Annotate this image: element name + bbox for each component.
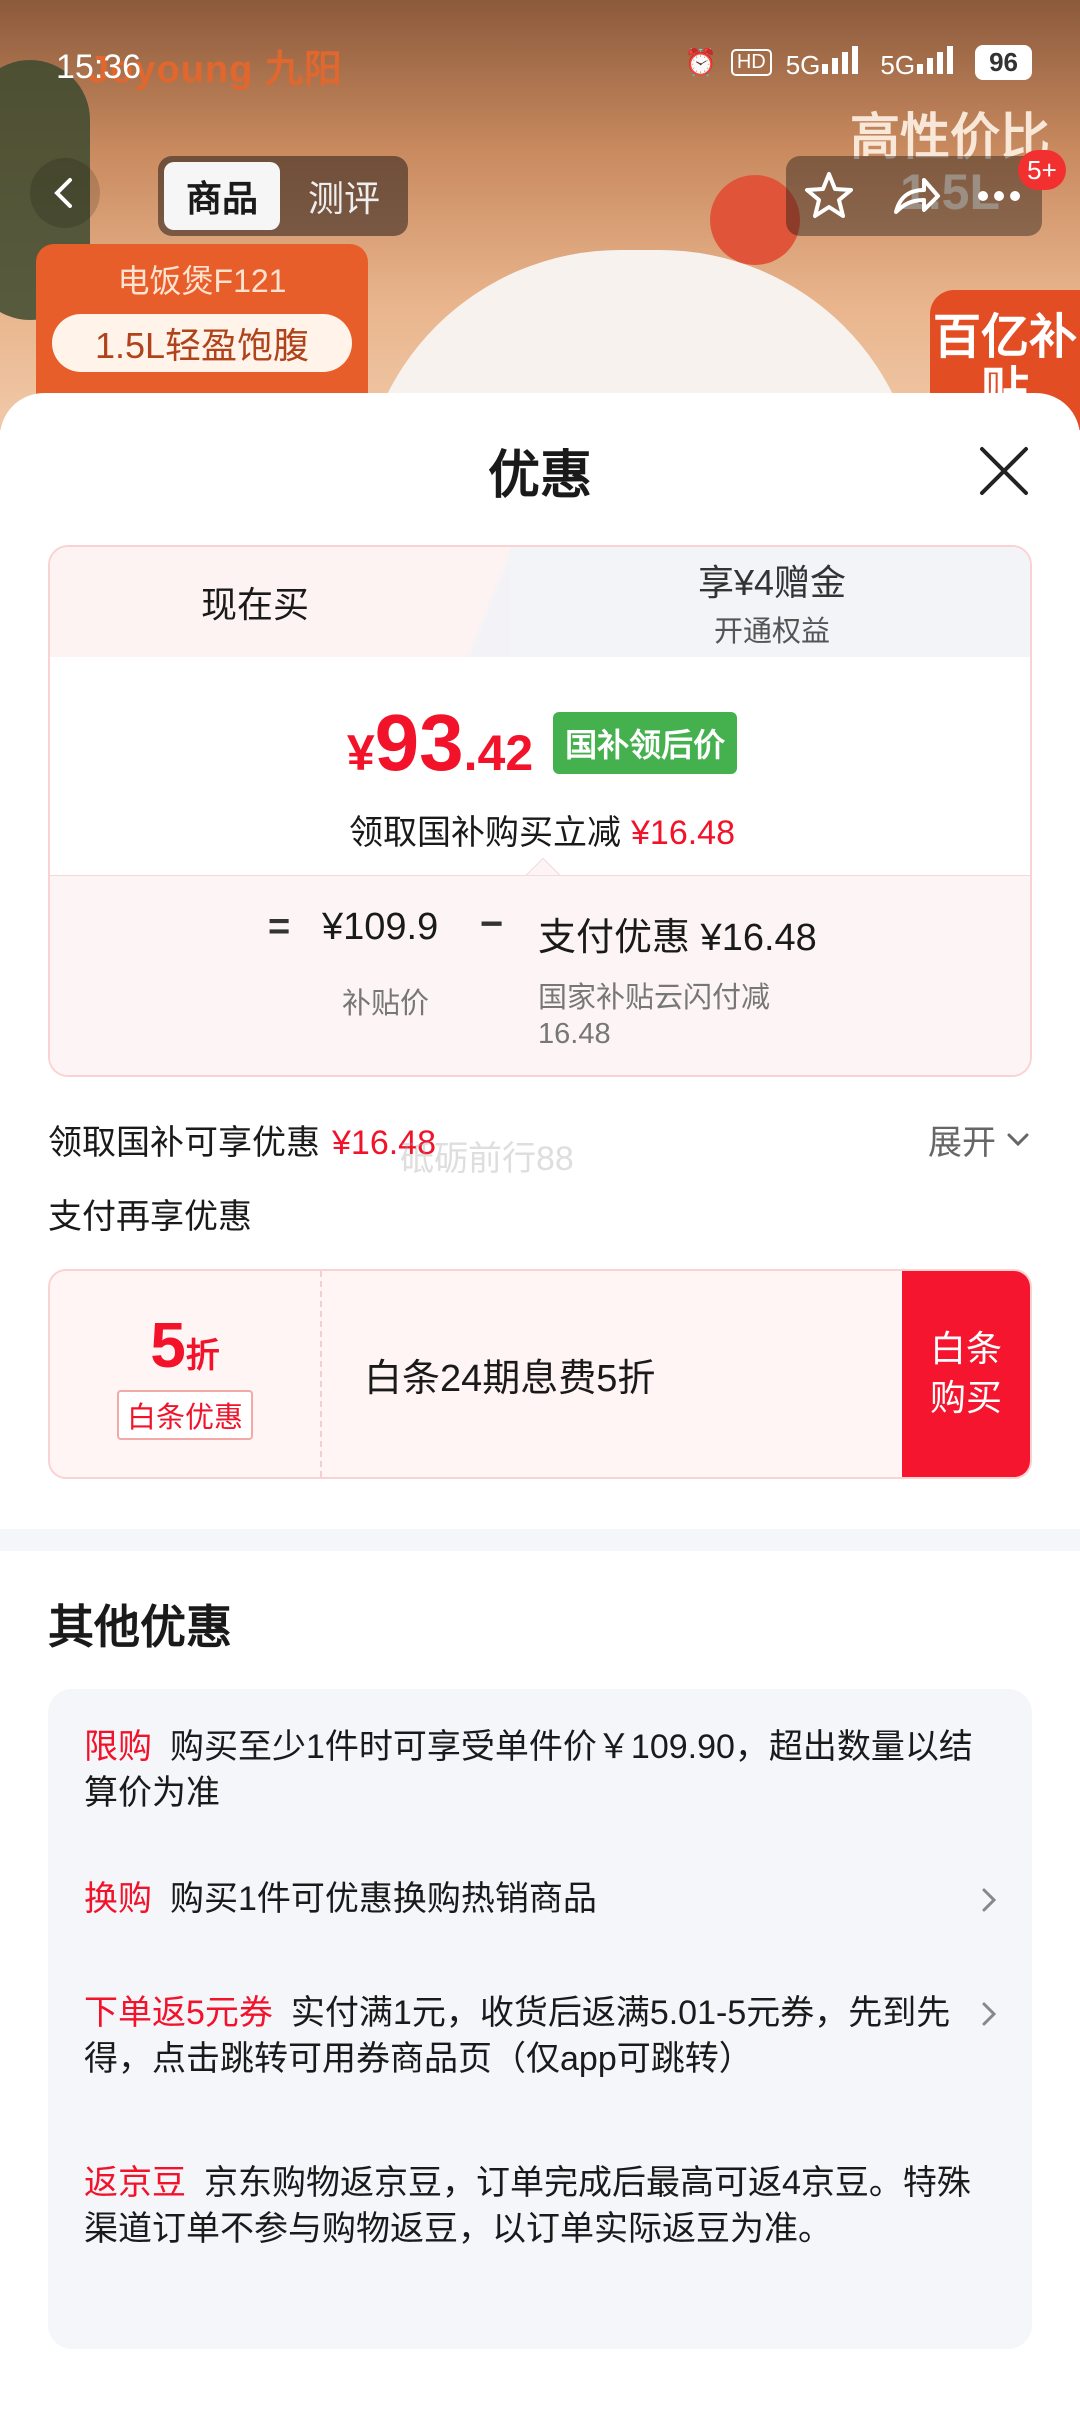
discount-sheet: 优惠 现在买 享¥4赠金 开通权益 ¥ 93 .42 国补领后价 领取国补购买立…	[0, 393, 1080, 2412]
battery-indicator: 96	[975, 45, 1032, 80]
list-item-coupon[interactable]: 下单返5元券 实付满1元，收货后返满5.01-5元券，先到先得，点击跳转可用券商品…	[84, 1991, 974, 2083]
signal-2-icon: 5G	[880, 44, 961, 81]
subsidy-price: ¥109.9	[322, 906, 439, 948]
status-icons: ⏰ HD 5G 5G 96	[684, 44, 1032, 81]
baitiao-card: 5折 白条优惠 白条24期息费5折 白条购买	[48, 1269, 1032, 1479]
price-tag: 国补领后价	[553, 712, 738, 774]
baitiao-discount: 5折	[150, 1309, 220, 1381]
minus-sign: −	[480, 902, 504, 946]
price-card: 现在买 享¥4赠金 开通权益 ¥ 93 .42 国补领后价 领取国补购买立减 ¥1…	[48, 545, 1032, 1077]
tab-review[interactable]: 测评	[286, 162, 402, 230]
signal-1-icon: 5G	[786, 44, 867, 81]
final-price: ¥ 93 .42	[346, 698, 534, 787]
back-button[interactable]	[30, 158, 100, 228]
hd-icon: HD	[730, 49, 772, 76]
equals-sign: =	[268, 906, 291, 948]
pay-discount: 支付优惠 ¥16.48	[538, 917, 817, 959]
price-breakdown: = ¥109.9 补贴价 − 支付优惠 ¥16.48 国家补贴云闪付减16.48	[50, 875, 1030, 1075]
chevron-right-icon[interactable]	[974, 1885, 1004, 1915]
chevron-right-icon[interactable]	[974, 1999, 1004, 2029]
tab-product[interactable]: 商品	[164, 162, 280, 230]
baitiao-discount-panel: 5折 白条优惠	[50, 1271, 322, 1477]
alarm-icon: ⏰	[684, 47, 717, 77]
chevron-left-icon	[54, 178, 72, 208]
sheet-title: 优惠	[487, 447, 592, 505]
product-hero: Joyoung 九阳 15:36 ⏰ HD 5G 5G 96 商品 测评 高性价…	[0, 0, 1080, 430]
price-sub: 领取国补购买立减 ¥16.48	[349, 814, 735, 852]
expand-button[interactable]: 展开	[928, 1115, 1032, 1164]
gift-credit-title: 享¥4赠金	[697, 562, 847, 603]
pay-discount-label: 国家补贴云闪付减16.48	[538, 982, 771, 1051]
list-item-limit: 限购 购买至少1件时可享受单件价￥109.90，超出数量以结算价为准	[84, 1728, 973, 1812]
price-body: ¥ 93 .42 国补领后价 领取国补购买立减 ¥16.48 = ¥109.9 补…	[50, 657, 1030, 1075]
price-row: ¥ 93 .42 国补领后价	[50, 697, 1030, 789]
section-divider	[0, 1529, 1080, 1551]
baitiao-tag: 白条优惠	[116, 1390, 253, 1440]
hero-actions	[786, 156, 1042, 236]
watermark: 砥砺前行88	[400, 1140, 574, 1178]
star-favorite-icon[interactable]	[801, 168, 857, 224]
list-item-jingdou: 返京豆 京东购物返京豆，订单完成后最高可返4京豆。特殊渠道订单不参与购物返豆，以订…	[84, 2164, 971, 2248]
chevron-down-icon	[1007, 1133, 1029, 1146]
list-item-exchange[interactable]: 换购 购买1件可优惠换购热销商品	[84, 1877, 974, 1923]
baitiao-buy-button[interactable]: 白条购买	[902, 1271, 1030, 1477]
tab-buy-now[interactable]: 现在买	[50, 547, 460, 657]
other-discounts-title: 其他优惠	[48, 1601, 232, 1653]
baitiao-text: 白条24期息费5折	[364, 1357, 656, 1400]
pay-more-label: 支付再享优惠	[48, 1198, 252, 1236]
promo-model: 电饭煲F121	[117, 263, 287, 299]
other-discounts-card: 限购 购买至少1件时可享受单件价￥109.90，超出数量以结算价为准 换购 购买1件…	[48, 1689, 1032, 2349]
promo-pill: 1.5L轻盈饱腹	[52, 314, 352, 372]
close-icon[interactable]	[976, 443, 1032, 499]
status-time: 15:36	[56, 48, 142, 86]
message-badge: 5+	[1018, 150, 1066, 190]
tab-gift-credit[interactable]: 享¥4赠金 开通权益	[510, 547, 1030, 657]
subsidy-price-label: 补贴价	[342, 988, 430, 1020]
share-icon[interactable]	[886, 168, 942, 224]
gift-credit-sub: 开通权益	[713, 616, 830, 648]
product-tabs: 商品 测评	[158, 156, 408, 236]
subsidy-label: 领取国补可享优惠 ¥16.48	[48, 1124, 436, 1162]
